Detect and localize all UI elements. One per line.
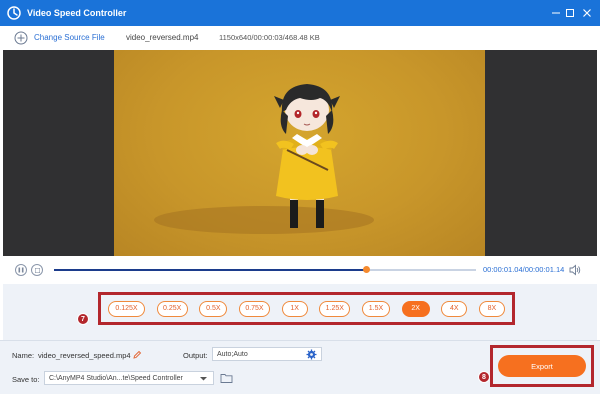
output-format-value: Auto;Auto bbox=[217, 350, 248, 358]
close-button[interactable] bbox=[580, 6, 594, 20]
speed-option-1_25x[interactable]: 1.25X bbox=[319, 300, 351, 317]
playback-time: 00:00:01.04/00:00:01.14 bbox=[483, 265, 565, 274]
app-logo-icon bbox=[7, 6, 21, 20]
stop-button[interactable] bbox=[31, 264, 43, 276]
close-icon bbox=[583, 9, 591, 17]
stop-icon bbox=[34, 267, 40, 273]
title-bar: Video Speed Controller bbox=[0, 0, 600, 26]
step-badge-8: 8 bbox=[478, 371, 490, 383]
speed-option-8x[interactable]: 8X bbox=[478, 300, 505, 317]
source-file-name: video_reversed.mp4 bbox=[126, 33, 199, 42]
pause-icon bbox=[18, 267, 24, 273]
output-file-name: video_reversed_speed.mp4 bbox=[38, 351, 131, 360]
progress-slider[interactable] bbox=[54, 266, 476, 273]
progress-handle[interactable] bbox=[363, 266, 371, 273]
volume-icon[interactable] bbox=[569, 264, 581, 276]
export-button[interactable]: Export bbox=[498, 355, 586, 377]
export-highlight: Export bbox=[490, 345, 594, 387]
output-settings: Name: video_reversed_speed.mp4 Output: A… bbox=[0, 340, 600, 394]
speed-option-1_5x[interactable]: 1.5X bbox=[361, 300, 390, 317]
speed-option-0_75x[interactable]: 0.75X bbox=[238, 300, 270, 317]
speed-option-0_25x[interactable]: 0.25X bbox=[156, 300, 188, 317]
add-file-icon[interactable] bbox=[14, 31, 28, 45]
save-path-value: C:\AnyMP4 Studio\An...te\Speed Controlle… bbox=[49, 374, 183, 382]
edit-name-icon[interactable] bbox=[132, 350, 142, 360]
progress-fill bbox=[54, 269, 367, 271]
minimize-button[interactable] bbox=[549, 6, 563, 20]
source-file-info: 1150x640/00:00:03/468.48 KB bbox=[219, 33, 320, 42]
anime-character-illustration bbox=[154, 84, 374, 234]
speed-option-0_5x[interactable]: 0.5X bbox=[199, 300, 228, 317]
maximize-button[interactable] bbox=[563, 6, 577, 20]
name-label: Name: bbox=[12, 351, 35, 360]
window-title: Video Speed Controller bbox=[27, 8, 127, 18]
maximize-icon bbox=[566, 9, 574, 17]
save-to-label: Save to: bbox=[12, 375, 40, 384]
speed-panel: 0.125X 0.25X 0.5X 0.75X 1X 1.25X 1.5X 2X 4X 8X 7 bbox=[3, 284, 597, 340]
dropdown-arrow-icon[interactable] bbox=[199, 374, 208, 383]
speed-option-2x[interactable]: 2X bbox=[401, 300, 430, 317]
settings-gear-icon[interactable] bbox=[306, 349, 317, 360]
speed-option-0_125x[interactable]: 0.125X bbox=[108, 300, 145, 317]
speed-options-highlight: 0.125X 0.25X 0.5X 0.75X 1X 1.25X 1.5X 2X 4X 8X bbox=[98, 292, 515, 325]
pause-button[interactable] bbox=[15, 264, 27, 276]
video-preview bbox=[3, 50, 597, 256]
playback-controls: 00:00:01.04/00:00:01.14 bbox=[0, 256, 600, 284]
output-label: Output: bbox=[183, 351, 208, 360]
video-frame bbox=[114, 50, 485, 256]
change-source-file-button[interactable]: Change Source File bbox=[34, 33, 105, 42]
step-badge-7: 7 bbox=[77, 313, 89, 325]
folder-icon[interactable] bbox=[220, 372, 233, 384]
speed-option-4x[interactable]: 4X bbox=[441, 300, 468, 317]
minimize-icon bbox=[552, 12, 560, 14]
file-toolbar: Change Source File video_reversed.mp4 11… bbox=[0, 26, 600, 50]
speed-option-1x[interactable]: 1X bbox=[281, 300, 308, 317]
save-path-field[interactable]: C:\AnyMP4 Studio\An...te\Speed Controlle… bbox=[44, 371, 214, 385]
